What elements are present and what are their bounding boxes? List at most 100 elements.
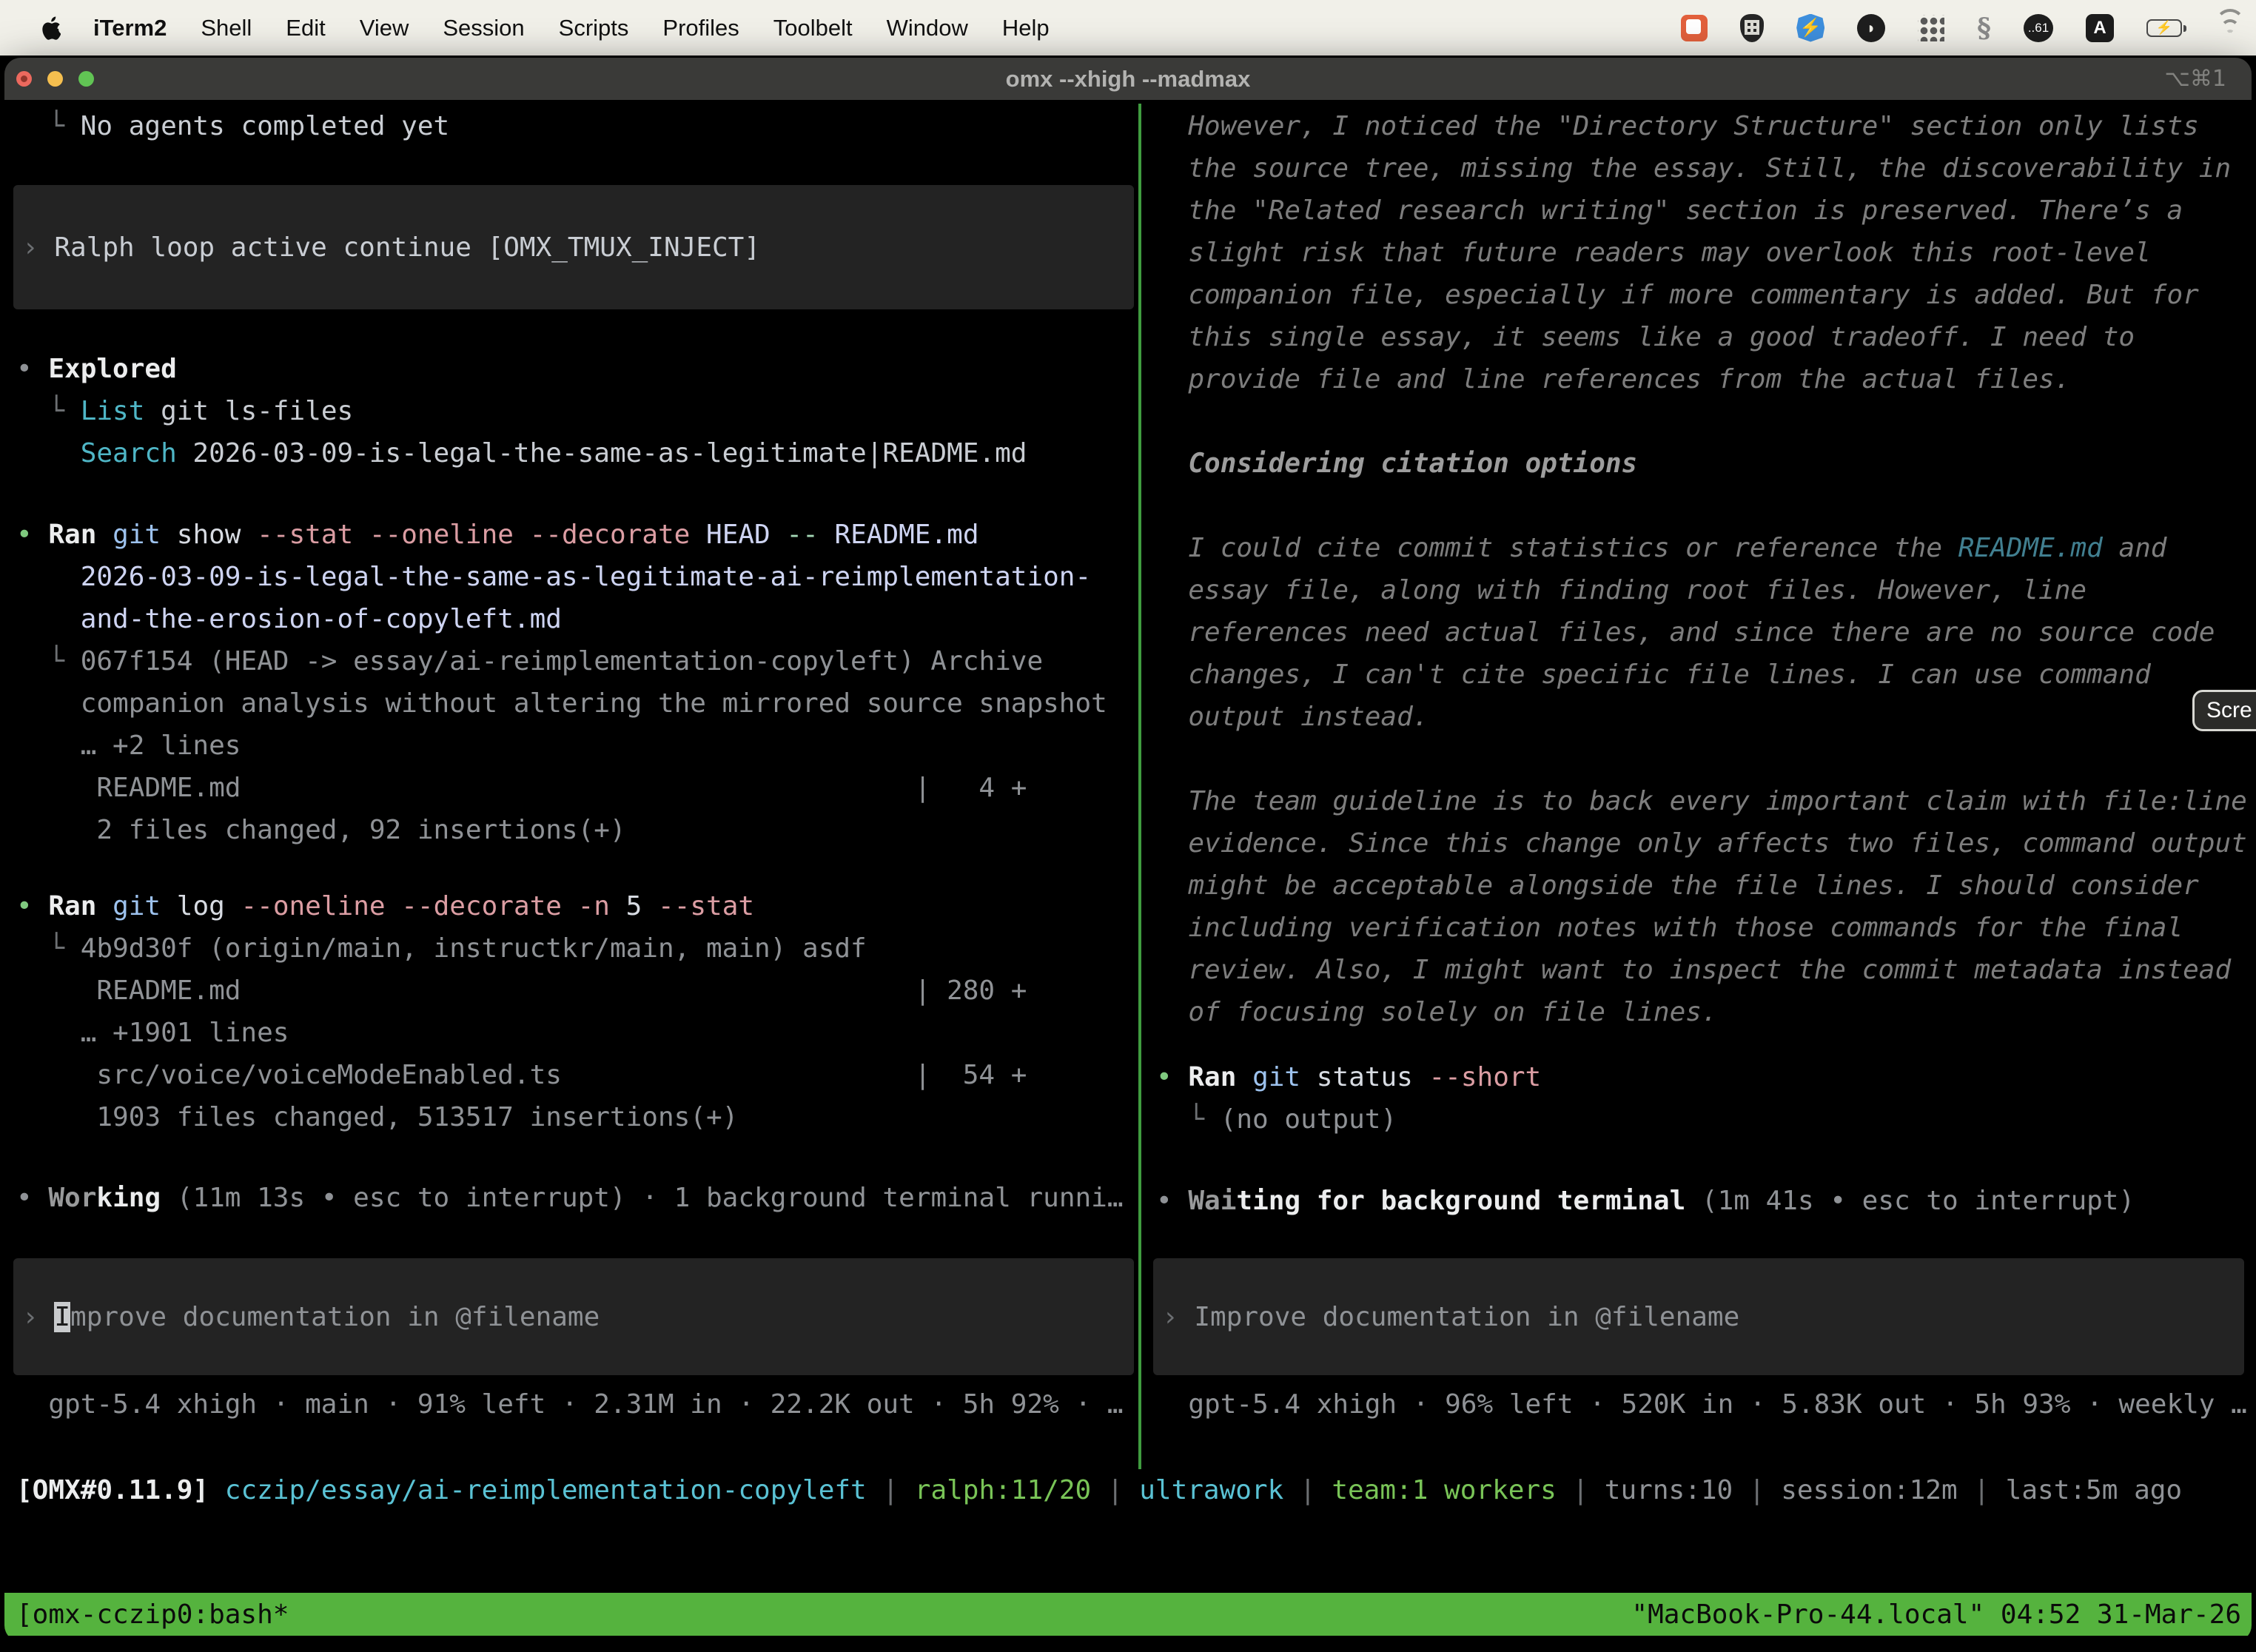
terminal-line: might be acceptable alongside the file l… xyxy=(1156,864,2252,907)
text-token: provide file and line references from th… xyxy=(1156,364,2070,394)
menu-item-window[interactable]: Window xyxy=(887,15,968,41)
text-token: references need actual files, and since … xyxy=(1156,617,2215,648)
text-token: • xyxy=(16,354,48,384)
text-token: • xyxy=(16,520,48,550)
text-token: last:5m ago xyxy=(2006,1475,2182,1505)
model-status-line: gpt-5.4 xhigh · 96% left · 520K in · 5.8… xyxy=(1156,1383,2252,1426)
menu-item-toolbelt[interactable]: Toolbelt xyxy=(773,15,853,41)
box-text-line: › Ralph loop active continue [OMX_TMUX_I… xyxy=(22,226,760,269)
text-token: Explored xyxy=(48,354,176,384)
prompt-input[interactable]: › Improve documentation in @filename xyxy=(1153,1258,2244,1375)
text-token: team:1 workers xyxy=(1332,1475,1556,1505)
terminal-line: └ 4b9d30f (origin/main, instructkr/main,… xyxy=(16,927,1138,970)
percent-61-badge-icon[interactable]: ..61 xyxy=(2024,14,2053,42)
text-token: (11m 13s • esc to interrupt) · 1 backgro… xyxy=(161,1183,1123,1213)
tmux-pane-right[interactable]: However, I noticed the "Directory Struct… xyxy=(1144,100,2252,1469)
text-token: the source tree, missing the essay. Stil… xyxy=(1156,153,2231,184)
traffic-lights xyxy=(16,58,94,100)
text-token: ultrawork xyxy=(1139,1475,1283,1505)
terminal-line: review. Also, I might want to inspect th… xyxy=(1156,949,2252,991)
explored-header: • Explored xyxy=(16,348,1138,390)
text-token: | xyxy=(1091,1475,1139,1505)
shield-grid-icon[interactable] xyxy=(1740,14,1764,42)
battery-icon[interactable]: ⚡ xyxy=(2146,19,2182,37)
terminal-line: output instead. xyxy=(1156,696,2252,738)
text-token: gpt-5.4 xhigh · main · 91% left · 2.31M … xyxy=(16,1389,1124,1420)
text-token xyxy=(96,891,113,921)
menu-item-edit[interactable]: Edit xyxy=(286,15,325,41)
text-token xyxy=(1236,1062,1252,1092)
text-token: cczip/essay/ai-reimplementation-copyleft xyxy=(225,1475,867,1505)
screen-share-overlay-label: Scre xyxy=(2206,698,2252,723)
text-token: --stat --oneline --decorate xyxy=(257,520,690,550)
menu-item-app[interactable]: iTerm2 xyxy=(93,15,167,41)
dots-grid-icon[interactable] xyxy=(1918,15,1944,41)
spacer xyxy=(1156,1141,2252,1180)
terminal-line: README.md | 280 + xyxy=(16,970,1138,1012)
iterm2-window: omx --xhigh --madmax ⌥⌘1 └ No agents com… xyxy=(4,58,2252,1642)
menu-item-scripts[interactable]: Scripts xyxy=(559,15,629,41)
tmux-session-window-label[interactable]: [omx-cczip0:bash* xyxy=(16,1599,289,1630)
text-token: this single essay, it seems like a good … xyxy=(1156,322,2135,352)
text-token: • xyxy=(16,891,48,921)
chat-app-icon[interactable] xyxy=(1681,15,1708,41)
terminal-line: essay file, along with finding root file… xyxy=(1156,569,2252,611)
explored-search-line: Search 2026-03-09-is-legal-the-same-as-l… xyxy=(16,432,1138,474)
text-token: README.md | 280 + xyxy=(16,976,1027,1006)
screen-share-overlay-button[interactable]: Scre xyxy=(2192,690,2256,731)
text-token: I could cite commit statistics or refere… xyxy=(1156,533,1958,563)
minimize-button[interactable] xyxy=(47,71,63,87)
terminal-line: README.md | 4 + xyxy=(16,767,1138,809)
text-token: ralph:11/20 xyxy=(915,1475,1091,1505)
window-title-bar[interactable]: omx --xhigh --madmax ⌥⌘1 xyxy=(4,58,2252,100)
tmux-host-clock-label: "MacBook-Pro-44.local" 04:52 31-Mar-26 xyxy=(1631,1599,2241,1630)
blue-badge-icon[interactable]: ⚡ xyxy=(1796,14,1824,42)
spacer xyxy=(1156,1375,2252,1383)
text-token: ting for background terminal xyxy=(1236,1186,1685,1216)
text-token: | xyxy=(867,1475,915,1505)
tmux-pane-divider[interactable] xyxy=(1138,104,1141,1469)
spacer xyxy=(16,309,1138,348)
menu-item-profiles[interactable]: Profiles xyxy=(662,15,739,41)
spacer xyxy=(16,1219,1138,1258)
spacer xyxy=(16,474,1138,514)
menu-item-help[interactable]: Help xyxy=(1002,15,1050,41)
text-token: status xyxy=(1300,1062,1429,1092)
menu-item-session[interactable]: Session xyxy=(443,15,524,41)
text-token: Wai xyxy=(1188,1186,1236,1216)
spacer xyxy=(1156,1033,2252,1056)
terminal-line: 2 files changed, 92 insertions(+) xyxy=(16,809,1138,851)
text-token: | xyxy=(1733,1475,1781,1505)
model-status-line: gpt-5.4 xhigh · main · 91% left · 2.31M … xyxy=(16,1383,1138,1426)
text-token: companion file, especially if more comme… xyxy=(1156,280,2199,310)
terminal-line: including verification notes with those … xyxy=(1156,907,2252,949)
text-token: › xyxy=(22,1302,54,1332)
zoom-button[interactable] xyxy=(78,71,94,87)
text-token: Wor xyxy=(48,1183,96,1213)
close-button[interactable] xyxy=(16,71,32,87)
macos-menu-bar: iTerm2 Shell Edit View Session Scripts P… xyxy=(0,0,2256,56)
hook-glyph-icon[interactable]: § xyxy=(1977,13,1991,44)
text-token: › xyxy=(22,232,54,263)
menu-item-shell[interactable]: Shell xyxy=(201,15,252,41)
text-token: … +2 lines xyxy=(16,731,241,761)
thinking-heading: Considering citation options xyxy=(1156,443,2252,485)
apple-menu-icon[interactable] xyxy=(38,16,64,40)
text-token: git xyxy=(1252,1062,1300,1092)
tmux-pane-left[interactable]: └ No agents completed yet› Ralph loop ac… xyxy=(4,100,1138,1469)
box-text-line: › Improve documentation in @filename xyxy=(1162,1296,1739,1338)
text-token xyxy=(209,1475,225,1505)
terminal-line: changes, I can't cite specific file line… xyxy=(1156,654,2252,696)
menu-item-view[interactable]: View xyxy=(360,15,409,41)
terminal-line: └ 067f154 (HEAD -> essay/ai-reimplementa… xyxy=(16,640,1138,682)
input-source-icon[interactable]: A xyxy=(2086,14,2114,42)
explored-list-line: └ List git ls-files xyxy=(16,390,1138,432)
text-token: | xyxy=(1958,1475,2006,1505)
text-token: └ xyxy=(1156,1104,1221,1135)
text-token: --short xyxy=(1429,1062,1542,1092)
ran-git-log-header: • Ran git log --oneline --decorate -n 5 … xyxy=(16,885,1138,927)
prompt-input[interactable]: › Improve documentation in @filename xyxy=(13,1258,1134,1375)
pie-chart-icon[interactable]: ◗ xyxy=(1857,14,1885,42)
wifi-icon[interactable] xyxy=(2215,16,2246,40)
text-token: Ran xyxy=(48,891,96,921)
